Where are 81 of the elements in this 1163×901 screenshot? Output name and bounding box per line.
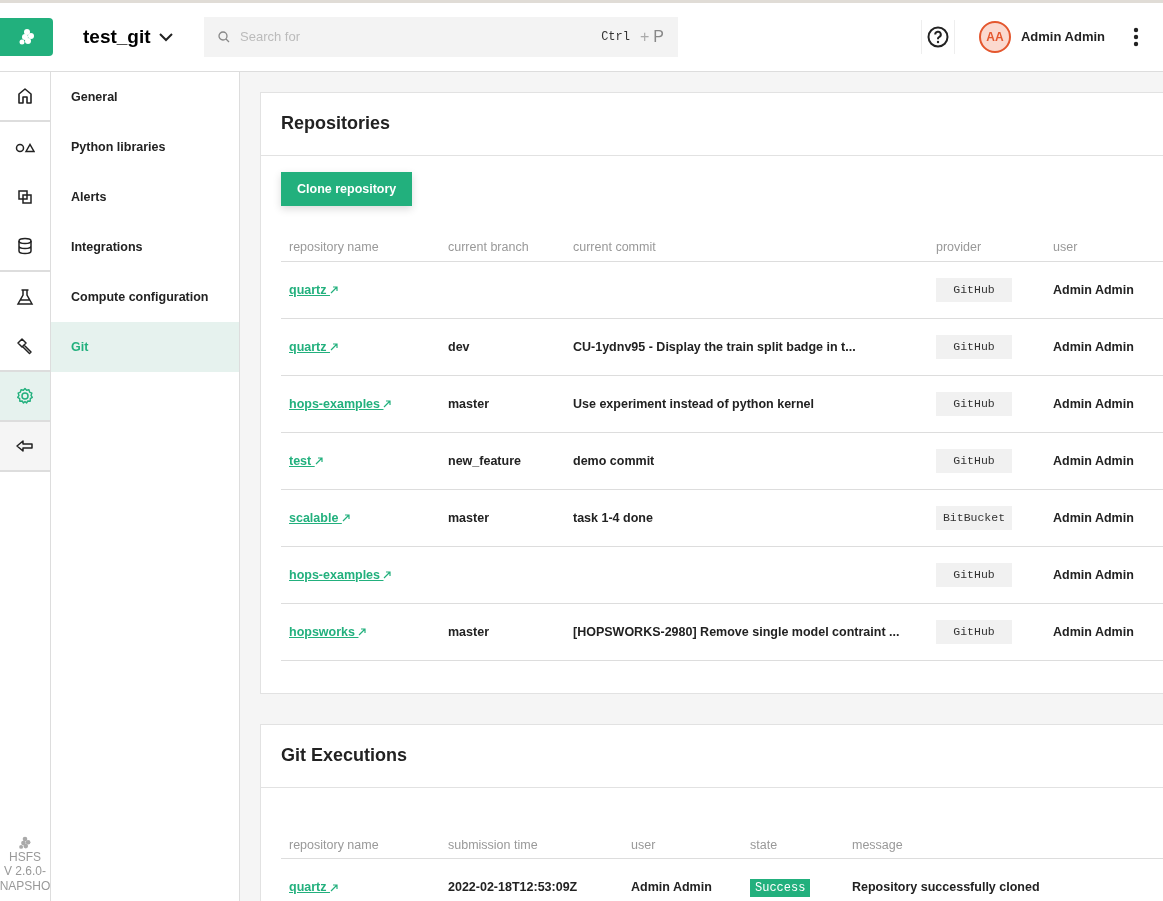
database-icon[interactable] [15, 236, 35, 256]
column-header: repository name [281, 238, 440, 262]
branch-name: master [448, 396, 489, 411]
commit-message: CU-1ydnv95 - Display the train split badge in t... [573, 339, 856, 354]
version-label: V 2.6.0- [4, 864, 46, 879]
user-name: Admin Admin [1053, 453, 1134, 468]
user-name: Admin Admin [1053, 624, 1134, 639]
provider-tag: GitHub [936, 563, 1012, 587]
column-header: message [844, 835, 1163, 859]
shortcut-plus: + [640, 27, 650, 47]
logo-button[interactable] [0, 18, 53, 56]
provider-tag: GitHub [936, 449, 1012, 473]
state-tag: Success [750, 878, 811, 897]
overlapping-squares-icon[interactable] [15, 187, 35, 207]
version-label: NAPSHO [0, 878, 51, 893]
column-header: user [623, 835, 742, 859]
external-link-icon [314, 457, 323, 466]
project-selector[interactable]: test_git [83, 22, 188, 52]
provider-tag: GitHub [936, 392, 1012, 416]
commit-message: [HOPSWORKS-2980] Remove single model contraint ... [573, 624, 900, 639]
repository-link[interactable]: quartz [289, 339, 338, 354]
hammer-icon[interactable] [15, 336, 35, 356]
shortcut-key: P [653, 25, 664, 49]
repository-link[interactable]: hopsworks [289, 624, 367, 639]
provider-tag: BitBucket [936, 506, 1012, 530]
more-menu-icon[interactable] [1133, 27, 1139, 47]
column-header: provider [928, 238, 1045, 262]
search-field[interactable]: Search for [238, 26, 602, 48]
card-title: Git Executions [261, 725, 1163, 788]
hop-logo-icon [18, 835, 32, 850]
user-name: Admin Admin [1053, 510, 1134, 525]
chevron-down-icon [158, 32, 173, 42]
external-link-icon [383, 571, 392, 580]
clone-repository-button[interactable]: Clone repository [281, 171, 413, 207]
external-link-icon [330, 343, 338, 352]
repository-link[interactable]: test [289, 453, 323, 468]
repository-link[interactable]: scalable [289, 510, 350, 525]
external-link-icon [341, 514, 350, 523]
submission-time: 2022-02-18T12:53:09Z [448, 880, 578, 895]
status-message: Repository successfully cloned [852, 880, 1040, 895]
user-name: Admin Admin [1053, 396, 1134, 411]
provider-tag: GitHub [936, 620, 1012, 644]
provider-tag: GitHub [936, 335, 1012, 359]
repository-link[interactable]: hops-examples [289, 567, 392, 582]
user-name: Admin Admin [631, 880, 712, 895]
commit-message: Use experiment instead of python kernel [573, 396, 815, 411]
home-icon[interactable] [15, 86, 35, 106]
column-header: state [742, 835, 844, 859]
user-name: Admin Admin [1053, 567, 1134, 582]
repository-link[interactable]: quartz [289, 282, 338, 297]
provider-tag: GitHub [936, 278, 1012, 302]
branch-name: master [448, 510, 489, 525]
column-header: repository name [281, 835, 440, 859]
user-name: Admin Admin [1053, 339, 1134, 354]
column-header: current branch [440, 238, 565, 262]
column-header: user [1045, 238, 1163, 262]
external-link-icon [330, 883, 338, 892]
user-name: Admin Admin [1053, 282, 1134, 297]
hop-logo-icon [17, 28, 36, 46]
external-link-icon [383, 400, 392, 409]
branch-name: master [448, 624, 489, 639]
column-header: current commit [565, 238, 928, 262]
help-icon[interactable] [927, 26, 949, 48]
commit-message: task 1-4 done [573, 510, 653, 525]
version-label: HSFS [9, 849, 41, 865]
column-header: submission time [440, 835, 623, 859]
shortcut-key: Ctrl [601, 28, 630, 46]
user-avatar[interactable]: AA [979, 21, 1011, 53]
branch-name: new_feature [448, 453, 521, 468]
card-title: Repositories [261, 93, 1163, 156]
external-link-icon [330, 286, 338, 295]
branch-name: dev [448, 339, 470, 354]
search-icon [218, 31, 230, 43]
commit-message: demo commit [573, 453, 655, 468]
repository-link[interactable]: quartz [289, 880, 338, 895]
external-link-icon [358, 628, 367, 637]
flask-icon[interactable] [15, 287, 35, 307]
settings-menu-item[interactable]: Git [51, 322, 239, 372]
search-field[interactable]: Search for Ctrl + P [204, 17, 678, 57]
user-name[interactable]: Admin Admin [1021, 27, 1105, 47]
repository-link[interactable]: hops-examples [289, 396, 392, 411]
